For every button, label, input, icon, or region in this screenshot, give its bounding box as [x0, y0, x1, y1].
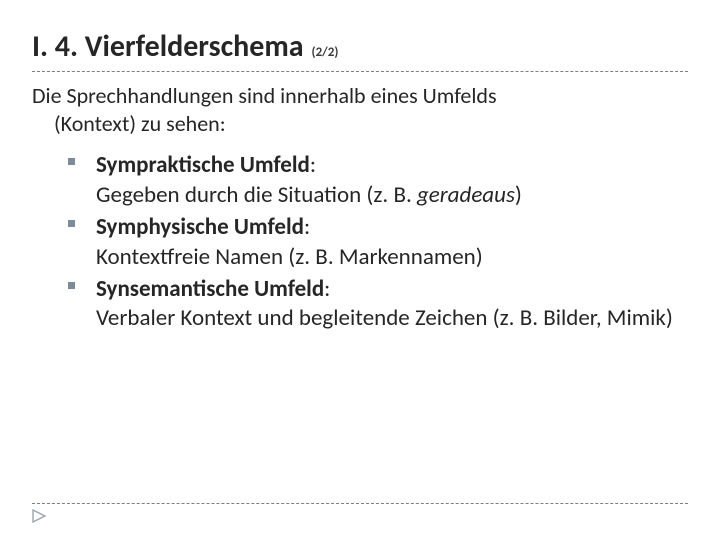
page-indicator: (2/2) — [312, 45, 339, 60]
bullet-desc-em: geradeaus — [417, 181, 515, 209]
slide-title: I. 4. Vierfelderschema — [32, 28, 304, 65]
footer-divider — [32, 503, 688, 504]
intro-line-1: Die Sprechhandlungen sind innerhalb eine… — [32, 82, 688, 110]
intro-text: Die Sprechhandlungen sind innerhalb eine… — [32, 82, 688, 137]
bullet-desc-pre: Verbaler Kontext und begleitende Zeichen… — [96, 304, 673, 332]
title-divider — [32, 71, 688, 72]
square-bullet-icon — [68, 220, 75, 227]
bullet-desc-post: ) — [515, 181, 522, 209]
intro-line-2: (Kontext) zu sehen: — [32, 110, 688, 138]
bullet-term: Sympraktische Umfeld — [96, 151, 310, 179]
bullet-term: Symphysische Umfeld — [96, 213, 304, 241]
play-triangle-icon — [32, 509, 46, 523]
bullet-desc-pre: Kontextfreie Namen (z. B. Markennamen) — [96, 243, 483, 271]
list-item: Sympraktische Umfeld: Gegeben durch die … — [68, 151, 688, 211]
square-bullet-icon — [68, 158, 75, 165]
bullet-colon: : — [310, 151, 316, 179]
bullet-desc-pre: Gegeben durch die Situation (z. B. — [96, 181, 417, 209]
bullet-term: Synsemantische Umfeld — [96, 275, 324, 303]
square-bullet-icon — [68, 282, 75, 289]
list-item: Synsemantische Umfeld: Verbaler Kontext … — [68, 275, 688, 335]
list-item: Symphysische Umfeld: Kontextfreie Namen … — [68, 213, 688, 273]
slide-title-row: I. 4. Vierfelderschema (2/2) — [32, 28, 688, 65]
bullet-list: Sympraktische Umfeld: Gegeben durch die … — [32, 151, 688, 334]
bullet-colon: : — [304, 213, 310, 241]
bullet-colon: : — [324, 275, 330, 303]
